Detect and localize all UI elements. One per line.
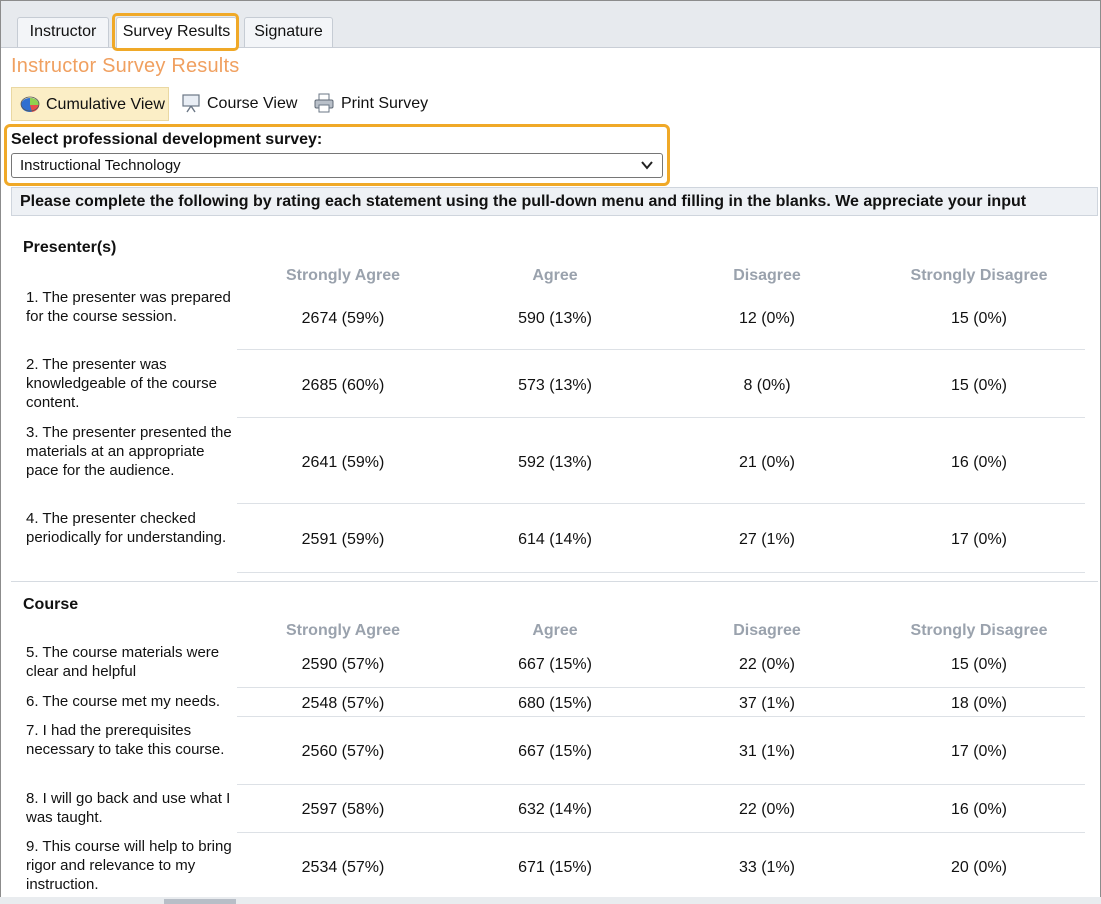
response-count: 15 (0%) bbox=[950, 656, 1008, 673]
response-count: 18 (0%) bbox=[950, 695, 1008, 712]
response-count: 33 (1%) bbox=[738, 859, 796, 876]
tab-strip: Instructor Survey Results Signature bbox=[1, 1, 1100, 48]
col-header-strongly-agree: Strongly Agree bbox=[285, 267, 401, 284]
question-text: 5. The course materials were clear and h… bbox=[26, 644, 220, 680]
response-count: 16 (0%) bbox=[950, 454, 1008, 471]
col-header-agree: Agree bbox=[532, 622, 578, 639]
col-header-strongly-disagree: Strongly Disagree bbox=[910, 622, 1048, 639]
response-count: 667 (15%) bbox=[518, 743, 592, 760]
survey-select-value: Instructional Technology bbox=[20, 157, 181, 174]
horizontal-scrollbar[interactable] bbox=[0, 897, 1101, 904]
row-divider bbox=[237, 349, 1085, 350]
col-header-strongly-disagree: Strongly Disagree bbox=[910, 267, 1048, 284]
response-count: 27 (1%) bbox=[738, 531, 796, 548]
cumulative-view-button[interactable]: Cumulative View bbox=[11, 87, 169, 121]
col-header-disagree: Disagree bbox=[733, 267, 801, 284]
response-count: 2597 (58%) bbox=[301, 801, 385, 818]
response-count: 671 (15%) bbox=[518, 859, 592, 876]
response-count: 573 (13%) bbox=[518, 377, 592, 394]
print-survey-label: Print Survey bbox=[341, 95, 429, 112]
response-count: 2591 (59%) bbox=[301, 531, 385, 548]
response-count: 20 (0%) bbox=[950, 859, 1008, 876]
row-divider bbox=[237, 503, 1085, 504]
response-count: 2685 (60%) bbox=[301, 377, 385, 394]
response-count: 22 (0%) bbox=[738, 801, 796, 818]
question-text: 9. This course will help to bring rigor … bbox=[26, 838, 232, 893]
scrollbar-thumb[interactable] bbox=[164, 899, 236, 904]
response-count: 2674 (59%) bbox=[301, 310, 385, 327]
course-view-button[interactable]: Course View bbox=[181, 87, 297, 121]
response-count: 17 (0%) bbox=[950, 743, 1008, 760]
response-count: 667 (15%) bbox=[518, 656, 592, 673]
response-count: 16 (0%) bbox=[950, 801, 1008, 818]
response-count: 31 (1%) bbox=[738, 743, 796, 760]
course-view-label: Course View bbox=[207, 95, 298, 112]
response-count: 680 (15%) bbox=[518, 695, 592, 712]
chevron-down-icon bbox=[641, 161, 653, 170]
response-count: 590 (13%) bbox=[518, 310, 592, 327]
row-divider bbox=[237, 784, 1085, 785]
survey-select-dropdown[interactable]: Instructional Technology bbox=[11, 153, 663, 178]
survey-results-window: Instructor Survey Results Signature Inst… bbox=[0, 0, 1101, 904]
response-count: 2590 (57%) bbox=[301, 656, 385, 673]
pie-chart-icon bbox=[20, 96, 40, 112]
response-count: 2548 (57%) bbox=[301, 695, 385, 712]
row-divider bbox=[237, 832, 1085, 833]
question-text: 8. I will go back and use what I was tau… bbox=[26, 790, 231, 826]
col-header-agree: Agree bbox=[532, 267, 578, 284]
response-count: 22 (0%) bbox=[738, 656, 796, 673]
col-header-disagree: Disagree bbox=[733, 622, 801, 639]
question-text: 2. The presenter was knowledgeable of th… bbox=[26, 356, 217, 411]
print-survey-button[interactable]: Print Survey bbox=[313, 87, 428, 121]
response-count: 2560 (57%) bbox=[301, 743, 385, 760]
response-count: 8 (0%) bbox=[743, 377, 791, 394]
section-title-course: Course bbox=[23, 596, 79, 613]
response-count: 12 (0%) bbox=[738, 310, 796, 327]
response-count: 37 (1%) bbox=[738, 695, 796, 712]
survey-select-label: Select professional development survey: bbox=[11, 131, 323, 148]
col-header-strongly-agree: Strongly Agree bbox=[285, 622, 401, 639]
row-divider bbox=[237, 572, 1085, 573]
response-count: 2641 (59%) bbox=[301, 454, 385, 471]
response-count: 614 (14%) bbox=[518, 531, 592, 548]
question-text: 7. I had the prerequisites necessary to … bbox=[26, 722, 225, 758]
response-count: 21 (0%) bbox=[738, 454, 796, 471]
tab-signature[interactable]: Signature bbox=[244, 17, 333, 47]
row-divider bbox=[237, 687, 1085, 688]
question-text: 3. The presenter presented the materials… bbox=[26, 424, 232, 479]
response-count: 15 (0%) bbox=[950, 310, 1008, 327]
response-count: 592 (13%) bbox=[518, 454, 592, 471]
tab-survey-results[interactable]: Survey Results bbox=[116, 17, 237, 48]
row-divider bbox=[237, 716, 1085, 717]
tab-instructor[interactable]: Instructor bbox=[17, 17, 109, 47]
page-title: Instructor Survey Results bbox=[11, 55, 240, 77]
section-divider bbox=[11, 581, 1098, 582]
question-text: 4. The presenter checked periodically fo… bbox=[26, 510, 227, 546]
cumulative-view-label: Cumulative View bbox=[46, 96, 165, 113]
response-count: 2534 (57%) bbox=[301, 859, 385, 876]
response-count: 632 (14%) bbox=[518, 801, 592, 818]
response-count: 15 (0%) bbox=[950, 377, 1008, 394]
question-text: 6. The course met my needs. bbox=[26, 693, 220, 710]
question-text: 1. The presenter was prepared for the co… bbox=[26, 289, 231, 325]
presentation-board-icon bbox=[182, 94, 200, 113]
row-divider bbox=[237, 417, 1085, 418]
section-title-presenters: Presenter(s) bbox=[23, 239, 117, 256]
response-count: 17 (0%) bbox=[950, 531, 1008, 548]
instructions-banner: Please complete the following by rating … bbox=[11, 187, 1098, 216]
printer-icon bbox=[314, 93, 334, 113]
